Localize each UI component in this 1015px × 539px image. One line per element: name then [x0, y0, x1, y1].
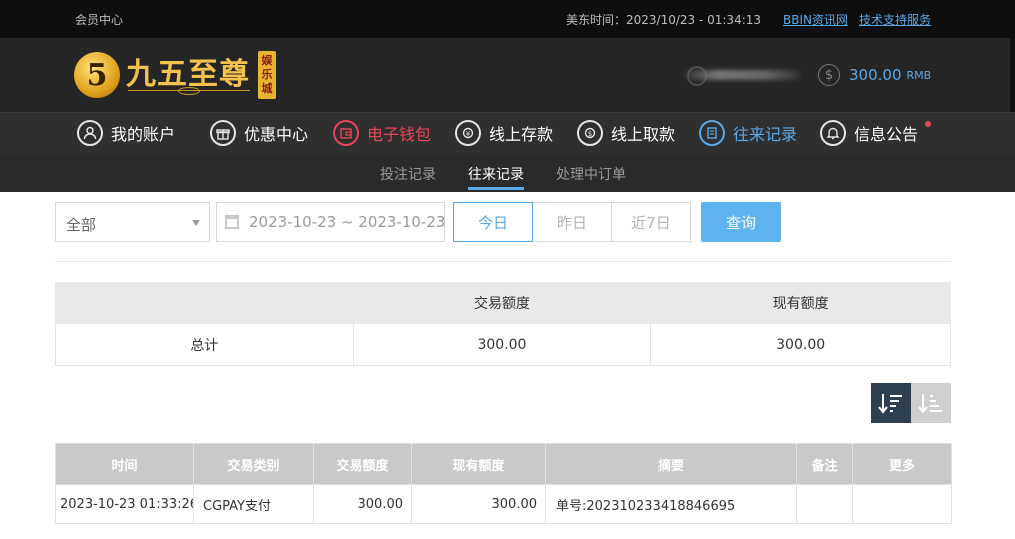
tech-support-link[interactable]: 技术支持服务	[859, 11, 931, 28]
column-header-balance: 现有额度	[411, 443, 546, 485]
nav-label: 往来记录	[733, 125, 798, 144]
balance-amount: 300.00	[849, 66, 902, 84]
column-header-time: 时间	[55, 443, 194, 485]
nav-label: 我的账户	[111, 125, 176, 144]
divider	[55, 261, 951, 262]
user-icon	[77, 120, 103, 146]
dollar-icon: $	[818, 64, 840, 86]
column-header-amount: 交易额度	[313, 443, 412, 485]
last-7-days-button[interactable]: 近7日	[611, 202, 691, 242]
us-east-time: 美东时间：2023/10/23 - 01:34:13	[566, 13, 762, 27]
nav-transaction-records[interactable]: 往来记录	[699, 113, 797, 153]
column-header-type: 交易类别	[193, 443, 314, 485]
wallet-icon	[333, 120, 359, 146]
nav-label: 优惠中心	[244, 125, 309, 144]
nav-label: 信息公告	[854, 125, 919, 144]
svg-text:¥: ¥	[466, 130, 471, 138]
yesterday-button[interactable]: 昨日	[532, 202, 612, 242]
column-header-note: 备注	[796, 443, 853, 485]
cell-time: 2023-10-23 01:33:26	[55, 484, 194, 524]
nav-e-wallet[interactable]: 电子钱包	[333, 113, 431, 153]
tab-bet-records[interactable]: 投注记录	[380, 164, 436, 184]
nav-online-withdraw[interactable]: $ 线上取款	[577, 113, 675, 153]
table-row: 2023-10-23 01:33:26 CGPAY支付 300.00 300.0…	[55, 484, 952, 524]
sort-desc-icon	[878, 394, 902, 414]
select-value: 全部	[66, 216, 97, 234]
summary-cell: 总计	[55, 323, 354, 366]
tab-pending-orders[interactable]: 处理中订单	[556, 164, 626, 184]
svg-text:$: $	[588, 130, 592, 138]
sort-ascending-button[interactable]	[911, 383, 951, 423]
main-nav: 我的账户 优惠中心 电子钱包 ¥ 线上存款 $ 线上取款 往来记录 信息公告	[0, 112, 1015, 153]
deposit-icon: ¥	[455, 120, 481, 146]
column-header-more: 更多	[852, 443, 952, 485]
summary-header-cell: 现有额度	[650, 282, 951, 324]
nav-label: 线上存款	[489, 125, 554, 144]
notification-dot	[925, 121, 931, 127]
calendar-icon	[225, 215, 239, 229]
summary-table: 交易额度 现有额度 总计 300.00 300.00	[55, 282, 951, 366]
cell-amount: 300.00	[313, 484, 412, 524]
header: 5 九五至尊 娱乐城 $ 300.00 RMB	[0, 38, 1015, 112]
nav-my-account[interactable]: 我的账户	[77, 113, 175, 153]
summary-cell: 300.00	[352, 323, 652, 366]
chevron-down-icon	[192, 220, 200, 226]
transaction-type-select[interactable]: 全部	[55, 202, 210, 242]
summary-total-row: 总计 300.00 300.00	[55, 323, 951, 366]
summary-header-cell	[55, 282, 354, 324]
member-center-link[interactable]: 会员中心	[75, 11, 123, 28]
cell-note	[796, 484, 853, 524]
logo-mark-icon: 5	[74, 52, 120, 98]
cell-more[interactable]	[852, 484, 952, 524]
nav-announcements[interactable]: 信息公告	[820, 113, 918, 153]
username-redacted	[683, 64, 803, 86]
search-button[interactable]: 查询	[701, 202, 781, 242]
top-bar: 会员中心 美东时间：2023/10/23 - 01:34:13 BBIN资讯网 …	[0, 0, 1015, 38]
balance-currency: RMB	[906, 68, 932, 82]
withdraw-icon: $	[577, 120, 603, 146]
records-header-row: 时间 交易类别 交易额度 现有额度 摘要 备注 更多	[55, 443, 952, 485]
bell-icon	[820, 120, 846, 146]
cell-balance: 300.00	[411, 484, 546, 524]
logo-ornament	[128, 87, 250, 96]
sort-asc-icon	[918, 394, 942, 414]
tab-transaction-records[interactable]: 往来记录	[468, 164, 524, 184]
summary-cell: 300.00	[650, 323, 951, 366]
active-tab-indicator	[468, 187, 524, 190]
logo-badge: 娱乐城	[258, 51, 276, 99]
gift-icon	[210, 120, 236, 146]
wallet-balance: $ 300.00 RMB	[818, 64, 931, 86]
nav-label: 电子钱包	[367, 125, 432, 144]
nav-promotions[interactable]: 优惠中心	[210, 113, 308, 153]
summary-header-cell: 交易额度	[352, 282, 652, 324]
nav-label: 线上取款	[611, 125, 676, 144]
transaction-records-table: 时间 交易类别 交易额度 现有额度 摘要 备注 更多 2023-10-23 01…	[55, 443, 952, 524]
cell-type: CGPAY支付	[193, 484, 314, 524]
sort-controls	[871, 383, 951, 423]
bbin-news-link[interactable]: BBIN资讯网	[783, 11, 848, 28]
sort-descending-button[interactable]	[871, 383, 911, 423]
date-range-value: 2023-10-23 ~ 2023-10-23	[249, 213, 445, 231]
records-icon	[699, 120, 725, 146]
summary-header-row: 交易额度 现有额度	[55, 282, 951, 324]
nav-online-deposit[interactable]: ¥ 线上存款	[455, 113, 553, 153]
column-header-summary: 摘要	[545, 443, 797, 485]
cell-summary: 单号:202310233418846695	[545, 484, 797, 524]
site-logo[interactable]: 5 九五至尊 娱乐城	[74, 46, 276, 104]
date-range-input[interactable]: 2023-10-23 ~ 2023-10-23	[216, 202, 445, 242]
today-button[interactable]: 今日	[453, 202, 533, 242]
